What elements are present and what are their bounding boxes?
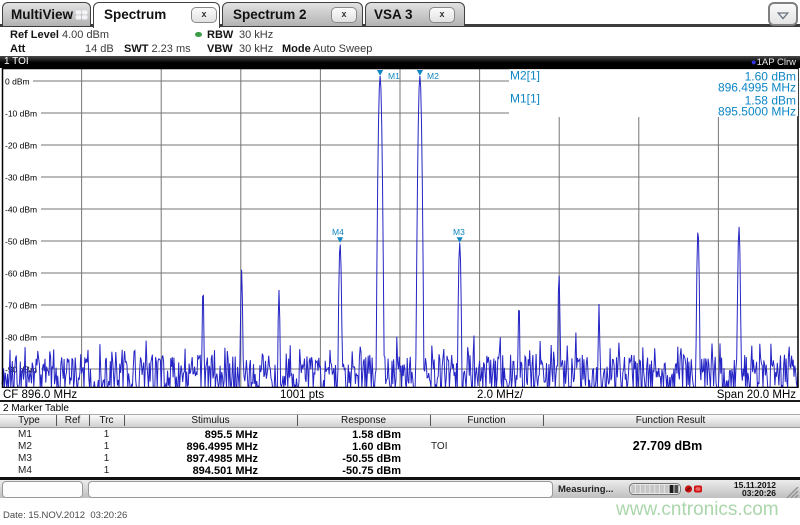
svg-text:0 dBm: 0 dBm: [5, 77, 30, 87]
svg-text:M1[1]: M1[1]: [510, 92, 540, 106]
svg-text:895.5000 MHz: 895.5000 MHz: [718, 105, 796, 119]
svg-text:-40 dBm: -40 dBm: [5, 205, 37, 215]
svg-text:-80 dBm: -80 dBm: [5, 333, 37, 343]
svg-text:M4: M4: [332, 227, 344, 237]
svg-text:M2[1]: M2[1]: [510, 69, 540, 83]
svg-text:-70 dBm: -70 dBm: [5, 301, 37, 311]
svg-text:-20 dBm: -20 dBm: [5, 141, 37, 151]
svg-text:-30 dBm: -30 dBm: [5, 173, 37, 183]
svg-text:-50 dBm: -50 dBm: [5, 237, 37, 247]
svg-text:-60 dBm: -60 dBm: [5, 269, 37, 279]
svg-text:M2: M2: [427, 71, 439, 81]
svg-text:896.4995 MHz: 896.4995 MHz: [718, 81, 796, 95]
svg-text:M1: M1: [388, 71, 400, 81]
svg-text:M3: M3: [453, 227, 465, 237]
svg-text:-10 dBm: -10 dBm: [5, 109, 37, 119]
